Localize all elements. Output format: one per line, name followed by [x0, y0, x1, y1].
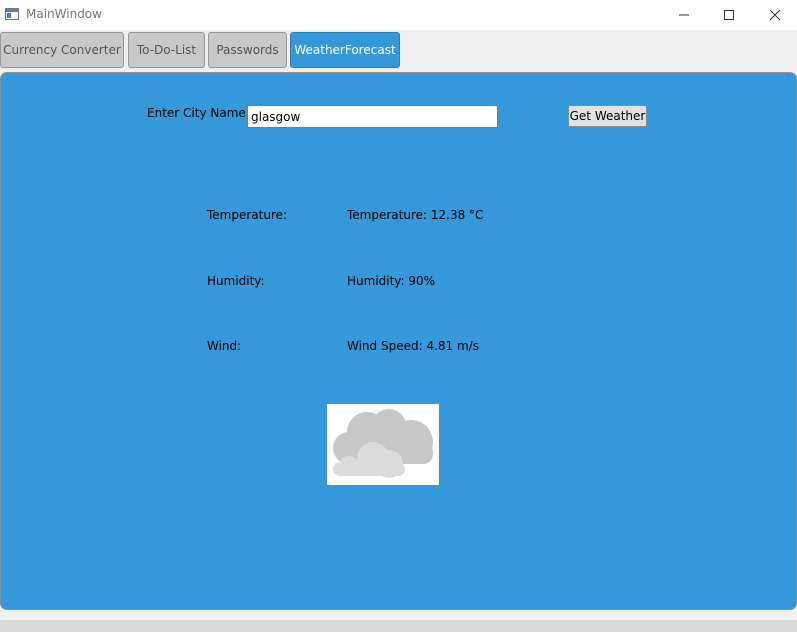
minimize-icon	[679, 14, 689, 16]
wind-value: Wind Speed: 4.81 m/s	[347, 339, 479, 353]
title-bar: MainWindow	[0, 0, 797, 30]
get-weather-button[interactable]: Get Weather	[568, 105, 647, 127]
close-icon	[769, 9, 781, 21]
cloudy-icon	[333, 409, 433, 478]
tab-to-do-list[interactable]: To-Do-List	[128, 32, 205, 68]
tab-bar: Currency Converter To-Do-List Passwords …	[0, 30, 797, 73]
temperature-value: Temperature: 12.38 °C	[347, 208, 484, 222]
city-input[interactable]	[247, 105, 498, 128]
app-window-icon	[5, 8, 19, 20]
window-title: MainWindow	[26, 7, 102, 21]
city-label: Enter City Name:	[147, 106, 250, 120]
tab-passwords[interactable]: Passwords	[208, 32, 287, 68]
temperature-label: Temperature:	[207, 208, 288, 222]
tab-currency-converter[interactable]: Currency Converter	[0, 32, 124, 68]
humidity-value: Humidity: 90%	[347, 274, 436, 288]
weather-panel: Enter City Name: Get Weather Temperature…	[0, 72, 797, 610]
maximize-icon	[724, 10, 734, 20]
weather-image	[327, 404, 439, 485]
bottom-strip	[0, 620, 797, 632]
maximize-button[interactable]	[705, 0, 751, 30]
wind-label: Wind:	[207, 339, 242, 353]
humidity-label: Humidity:	[207, 274, 265, 288]
tab-weather-forecast[interactable]: WeatherForecast	[290, 32, 400, 68]
close-button[interactable]	[751, 0, 797, 30]
minimize-button[interactable]	[660, 0, 706, 30]
